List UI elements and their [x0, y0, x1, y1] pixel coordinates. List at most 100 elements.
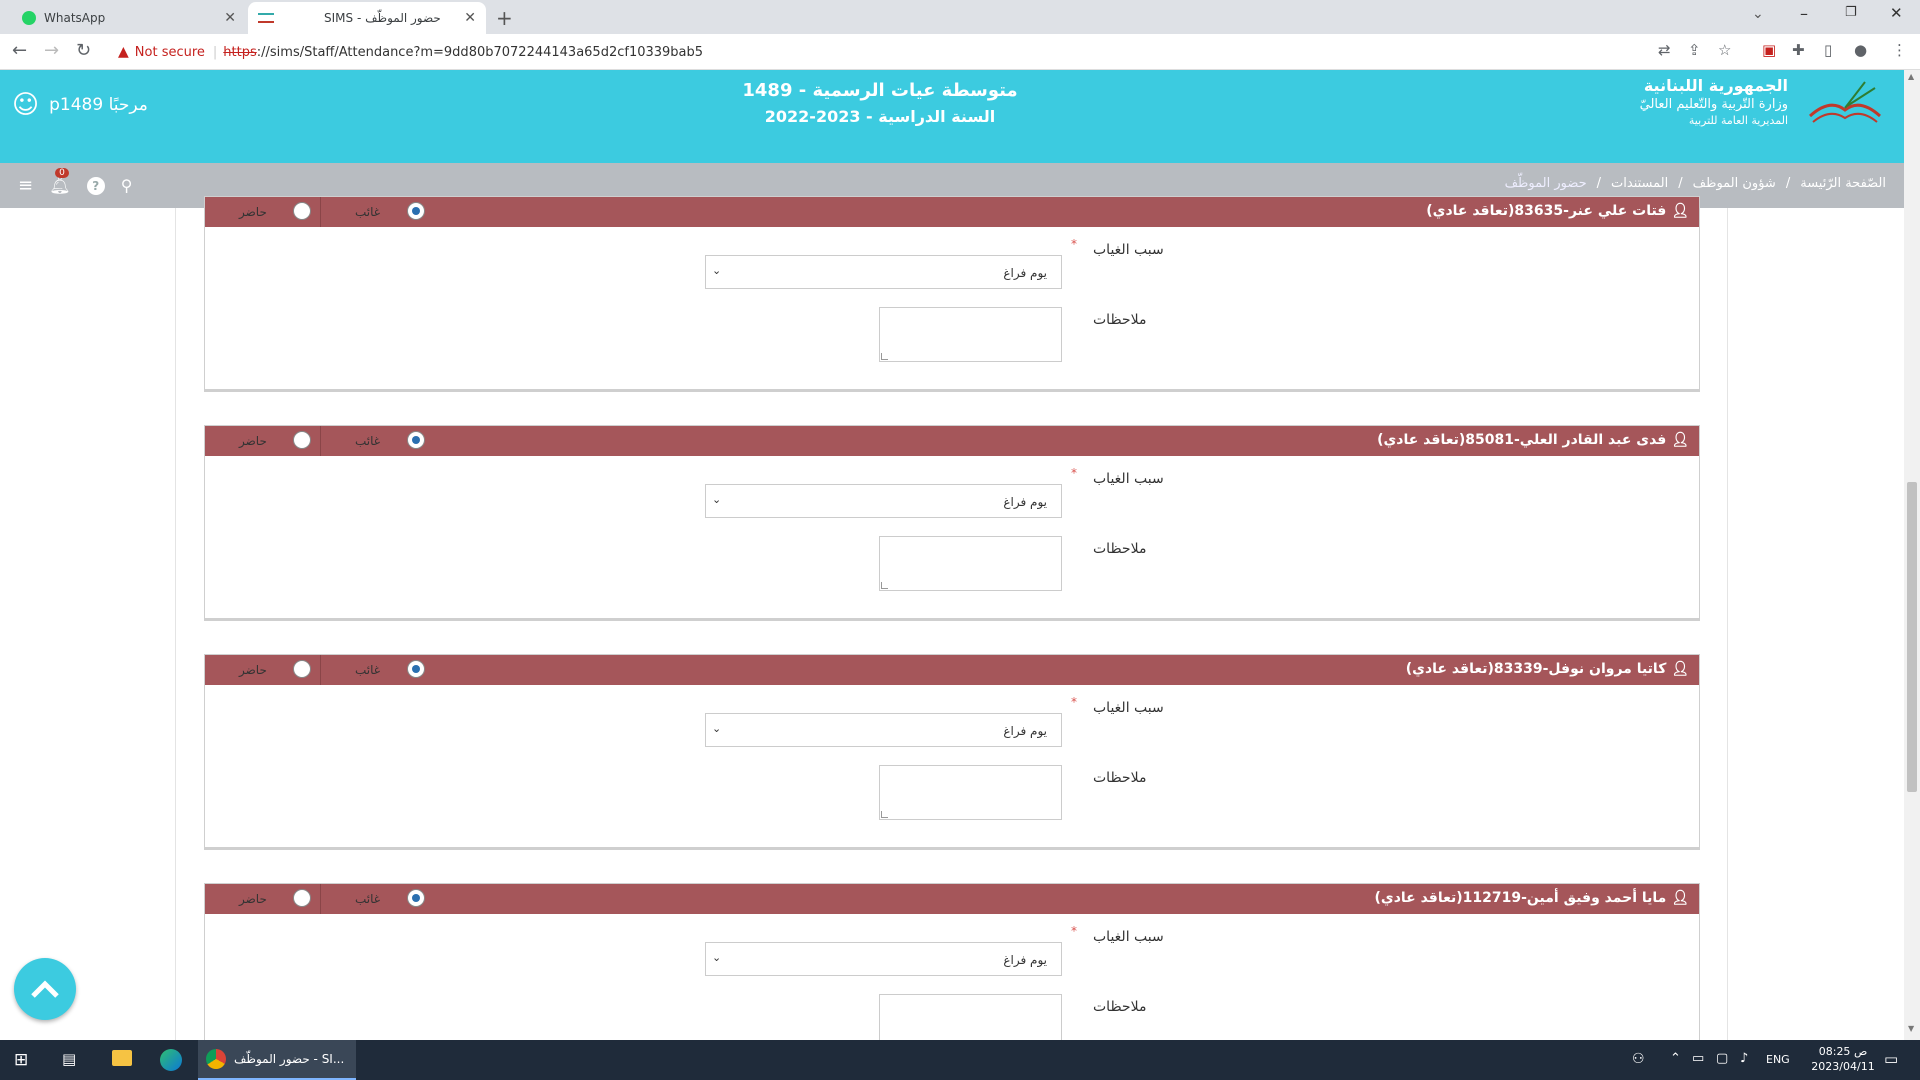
selected-reason: يوم فراغ: [1003, 724, 1047, 738]
clock-time[interactable]: 08:25 ص: [1800, 1044, 1886, 1059]
staff-card: 👤︎ مايا أحمد وفيق أمين-112719(تعاقد عادي…: [204, 883, 1700, 1040]
help-icon[interactable]: ?: [86, 176, 105, 195]
absent-radio[interactable]: [407, 202, 425, 220]
notes-textarea[interactable]: [879, 765, 1062, 820]
notes-textarea[interactable]: [879, 536, 1062, 591]
extensions-icon[interactable]: ✚: [1792, 41, 1805, 59]
notes-label: ملاحظات: [1093, 770, 1147, 786]
attendance-content: 👤︎ فتات علي عنر-83635(تعاقد عادي) غائب ح…: [175, 196, 1728, 1040]
forward-icon[interactable]: →: [44, 40, 59, 61]
breadcrumb-staff-affairs[interactable]: شؤون الموظف: [1693, 176, 1776, 191]
absence-reason-select[interactable]: يوم فراغ ⌄: [705, 942, 1062, 976]
breadcrumb-separator: /: [1785, 176, 1791, 191]
language-indicator[interactable]: ENG: [1766, 1053, 1790, 1066]
file-explorer-icon[interactable]: [112, 1050, 132, 1066]
scroll-down-arrow[interactable]: ▼: [1908, 1024, 1914, 1033]
absence-reason-select[interactable]: يوم فراغ ⌄: [705, 255, 1062, 289]
volume-icon[interactable]: ♪: [1740, 1051, 1748, 1066]
close-window-button[interactable]: ✕: [1890, 4, 1903, 22]
user-icon: 👤︎: [1666, 661, 1689, 677]
scrollbar-thumb[interactable]: [1907, 482, 1917, 792]
back-icon[interactable]: ←: [12, 40, 27, 61]
present-radio[interactable]: [293, 660, 311, 678]
absent-label: غائب: [355, 434, 381, 448]
absent-label: غائب: [355, 205, 381, 219]
windows-start-icon[interactable]: ⊞: [14, 1050, 28, 1070]
absence-reason-select[interactable]: يوم فراغ ⌄: [705, 484, 1062, 518]
url-text: ://sims/Staff/Attendance?m=9dd80b7072244…: [256, 44, 704, 60]
task-view-icon[interactable]: ▤: [62, 1050, 76, 1068]
notes-label: ملاحظات: [1093, 312, 1147, 328]
breadcrumb-documents[interactable]: المستندات: [1611, 176, 1668, 191]
sims-favicon-icon: [258, 13, 274, 23]
browser-toolbar: ← → ↻ ▲ Not secure | https ://sims/Staff…: [0, 34, 1920, 70]
side-panel-icon[interactable]: ▯: [1824, 41, 1832, 59]
absent-radio[interactable]: [407, 660, 425, 678]
taskbar-chrome-item[interactable]: حضور الموظّف - SI...: [198, 1040, 356, 1080]
notifications-bell-icon[interactable]: 🔔︎ 0: [49, 167, 71, 196]
share-icon[interactable]: ⇪: [1688, 41, 1701, 59]
chevron-down-icon: ⌄: [712, 264, 722, 277]
chevron-down-icon: ⌄: [712, 493, 722, 506]
school-name: متوسطة عيات الرسمية - 1489: [742, 80, 1018, 101]
menu-icon[interactable]: ≡: [18, 175, 33, 196]
tab-sims-attendance[interactable]: حضور الموظّف - SIMS ✕: [248, 2, 486, 34]
edge-icon[interactable]: [160, 1049, 182, 1071]
tray-overflow-icon[interactable]: ⌃: [1670, 1051, 1681, 1066]
reload-icon[interactable]: ↻: [76, 40, 91, 61]
present-radio[interactable]: [293, 889, 311, 907]
absent-radio[interactable]: [407, 431, 425, 449]
minimize-button[interactable]: –: [1800, 4, 1808, 23]
staff-card-header: 👤︎ مايا أحمد وفيق أمين-112719(تعاقد عادي…: [205, 884, 1699, 914]
people-icon[interactable]: ⚇: [1632, 1051, 1645, 1067]
bookmark-star-icon[interactable]: ☆: [1718, 41, 1731, 59]
address-bar[interactable]: ▲ Not secure | https ://sims/Staff/Atten…: [108, 38, 1788, 66]
tab-whatsapp[interactable]: WhatsApp ✕: [6, 2, 246, 34]
divider: [320, 197, 321, 227]
tab-title: WhatsApp: [44, 11, 106, 25]
notes-textarea[interactable]: [879, 994, 1062, 1040]
ministry-directorate: المديرية العامة للتربية: [1688, 114, 1788, 127]
present-radio[interactable]: [293, 431, 311, 449]
absence-reason-select[interactable]: يوم فراغ ⌄: [705, 713, 1062, 747]
search-icon[interactable]: ⚲: [121, 176, 133, 195]
breadcrumb-separator: /: [1678, 176, 1683, 191]
tab-search-icon[interactable]: ⌄: [1752, 6, 1764, 22]
restore-button[interactable]: ❐: [1845, 5, 1857, 20]
chrome-icon: [206, 1049, 226, 1069]
scroll-up-arrow[interactable]: ▲: [1908, 72, 1914, 81]
notification-center-icon[interactable]: ▭: [1884, 1050, 1898, 1068]
page-scrollbar[interactable]: ▲ ▼: [1904, 70, 1920, 1040]
new-tab-button[interactable]: +: [496, 6, 513, 30]
absence-reason-label: سبب الغياب: [1093, 700, 1164, 716]
network-icon[interactable]: ▭: [1692, 1051, 1704, 1066]
chevron-up-icon: [31, 980, 59, 998]
staff-name: 👤︎ مايا أحمد وفيق أمين-112719(تعاقد عادي…: [1374, 890, 1689, 906]
absence-reason-label: سبب الغياب: [1093, 242, 1164, 258]
chrome-menu-icon[interactable]: ⋮: [1892, 41, 1907, 59]
site-header: الجمهورية اللبنانية وزارة التّربية والتّ…: [0, 70, 1904, 163]
scroll-to-top-button[interactable]: [14, 958, 76, 1020]
greeting: مرحبًا p1489: [49, 95, 148, 115]
selected-reason: يوم فراغ: [1003, 953, 1047, 967]
required-mark: *: [1071, 924, 1077, 938]
clock-date[interactable]: 2023/04/11: [1800, 1059, 1886, 1074]
absent-radio[interactable]: [407, 889, 425, 907]
chevron-down-icon: ⌄: [712, 951, 722, 964]
staff-card-header: 👤︎ كاتيا مروان نوفل-83339(تعاقد عادي) غا…: [205, 655, 1699, 685]
close-tab-icon[interactable]: ✕: [464, 10, 476, 26]
battery-icon[interactable]: ▢: [1716, 1051, 1728, 1066]
breadcrumb-home[interactable]: الصّفحة الرّئيسة: [1800, 176, 1886, 191]
present-label: حاضر: [239, 663, 267, 677]
web-page: الجمهورية اللبنانية وزارة التّربية والتّ…: [0, 70, 1904, 1040]
staff-name: 👤︎ كاتيا مروان نوفل-83339(تعاقد عادي): [1405, 661, 1689, 677]
pdf-extension-icon[interactable]: ▣: [1762, 41, 1776, 59]
windows-taskbar: ⊞ ▤ حضور الموظّف - SI... ⚇ ⌃ ▭ ▢ ♪ ENG 0…: [0, 1040, 1920, 1080]
staff-card-header: 👤︎ فتات علي عنر-83635(تعاقد عادي) غائب ح…: [205, 197, 1699, 227]
notes-textarea[interactable]: [879, 307, 1062, 362]
whatsapp-icon: [22, 11, 36, 25]
profile-avatar-icon[interactable]: ●: [1854, 41, 1867, 59]
translate-icon[interactable]: ⇄: [1658, 41, 1671, 59]
close-tab-icon[interactable]: ✕: [224, 10, 236, 26]
present-radio[interactable]: [293, 202, 311, 220]
